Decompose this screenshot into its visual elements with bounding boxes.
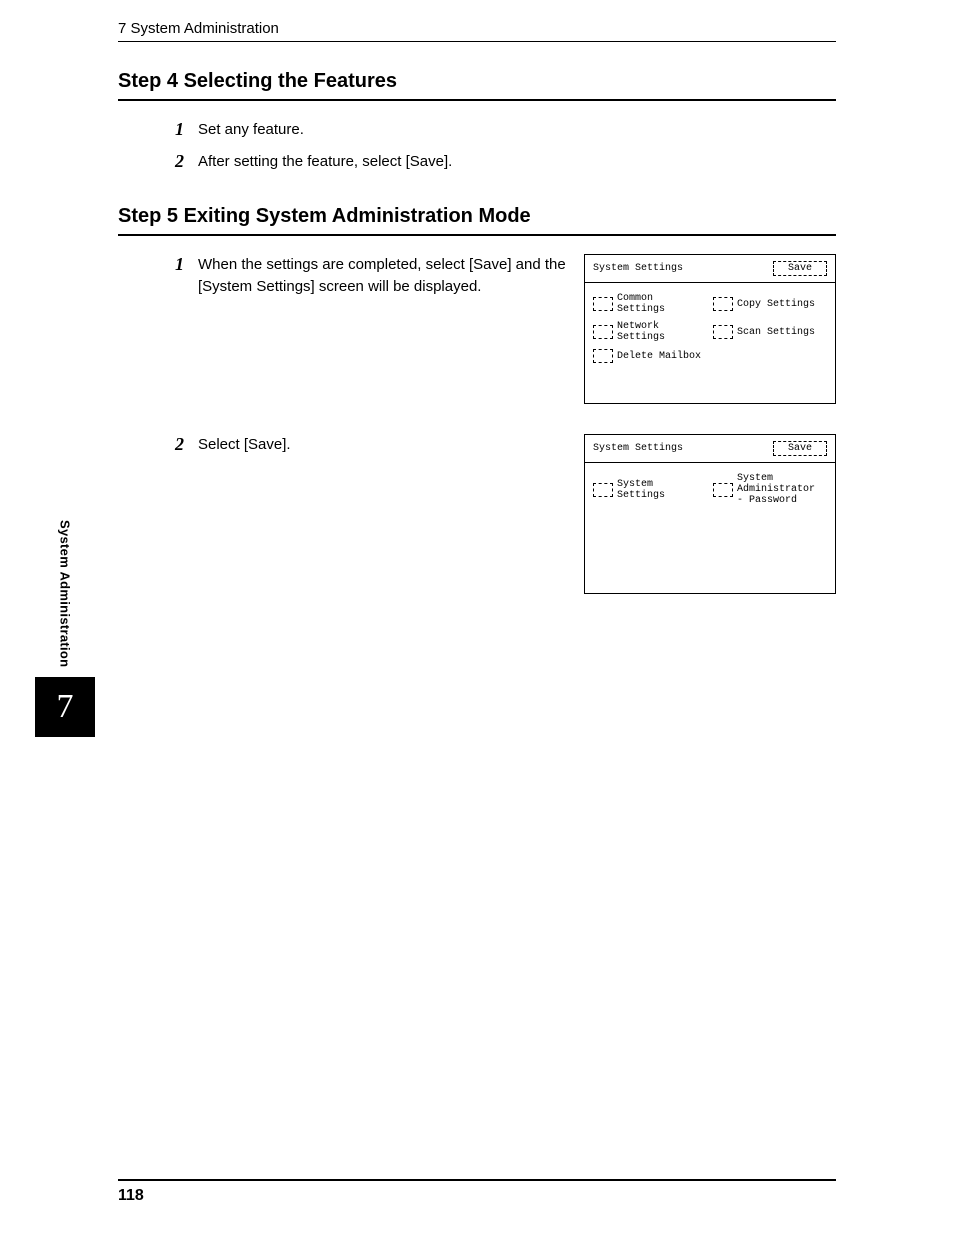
step-num: 2 xyxy=(118,151,198,172)
panel-system-settings-1: System Settings Save Common Settings Cop… xyxy=(584,254,836,404)
option-label: System Settings xyxy=(617,479,703,501)
step-text: Select [Save]. xyxy=(198,434,570,456)
option-system-settings[interactable]: System Settings xyxy=(593,473,703,506)
panel-title: System Settings xyxy=(593,263,683,274)
option-label: Network Settings xyxy=(617,321,703,343)
save-button[interactable]: Save xyxy=(773,261,827,276)
option-label: System Administrator - Password xyxy=(737,473,823,506)
option-box-icon xyxy=(713,297,733,311)
step-text: Set any feature. xyxy=(198,119,836,141)
step-num: 2 xyxy=(118,434,198,455)
option-delete-mailbox[interactable]: Delete Mailbox xyxy=(593,349,703,363)
option-box-icon xyxy=(593,483,613,497)
option-box-icon xyxy=(713,483,733,497)
page-number: 118 xyxy=(118,1179,836,1205)
option-network-settings[interactable]: Network Settings xyxy=(593,321,703,343)
running-head: 7 System Administration xyxy=(118,20,836,42)
option-box-icon xyxy=(593,325,613,339)
option-admin-password[interactable]: System Administrator - Password xyxy=(713,473,823,506)
option-label: Delete Mailbox xyxy=(617,351,701,362)
option-copy-settings[interactable]: Copy Settings xyxy=(713,293,823,315)
option-box-icon xyxy=(713,325,733,339)
option-box-icon xyxy=(593,297,613,311)
section4-title: Step 4 Selecting the Features xyxy=(118,70,836,101)
step-num: 1 xyxy=(118,254,198,275)
step-text: After setting the feature, select [Save]… xyxy=(198,151,836,173)
panel-title: System Settings xyxy=(593,443,683,454)
save-button[interactable]: Save xyxy=(773,441,827,456)
step-text: When the settings are completed, select … xyxy=(198,254,570,298)
side-tab-label: System Administration xyxy=(58,520,73,667)
panel-system-settings-2: System Settings Save System Settings Sys… xyxy=(584,434,836,594)
section5-title: Step 5 Exiting System Administration Mod… xyxy=(118,205,836,236)
side-tab: System Administration 7 xyxy=(35,520,95,737)
option-common-settings[interactable]: Common Settings xyxy=(593,293,703,315)
step-num: 1 xyxy=(118,119,198,140)
chapter-number-box: 7 xyxy=(35,677,95,737)
option-label: Scan Settings xyxy=(737,327,815,338)
option-label: Copy Settings xyxy=(737,299,815,310)
option-scan-settings[interactable]: Scan Settings xyxy=(713,321,823,343)
option-label: Common Settings xyxy=(617,293,703,315)
option-box-icon xyxy=(593,349,613,363)
